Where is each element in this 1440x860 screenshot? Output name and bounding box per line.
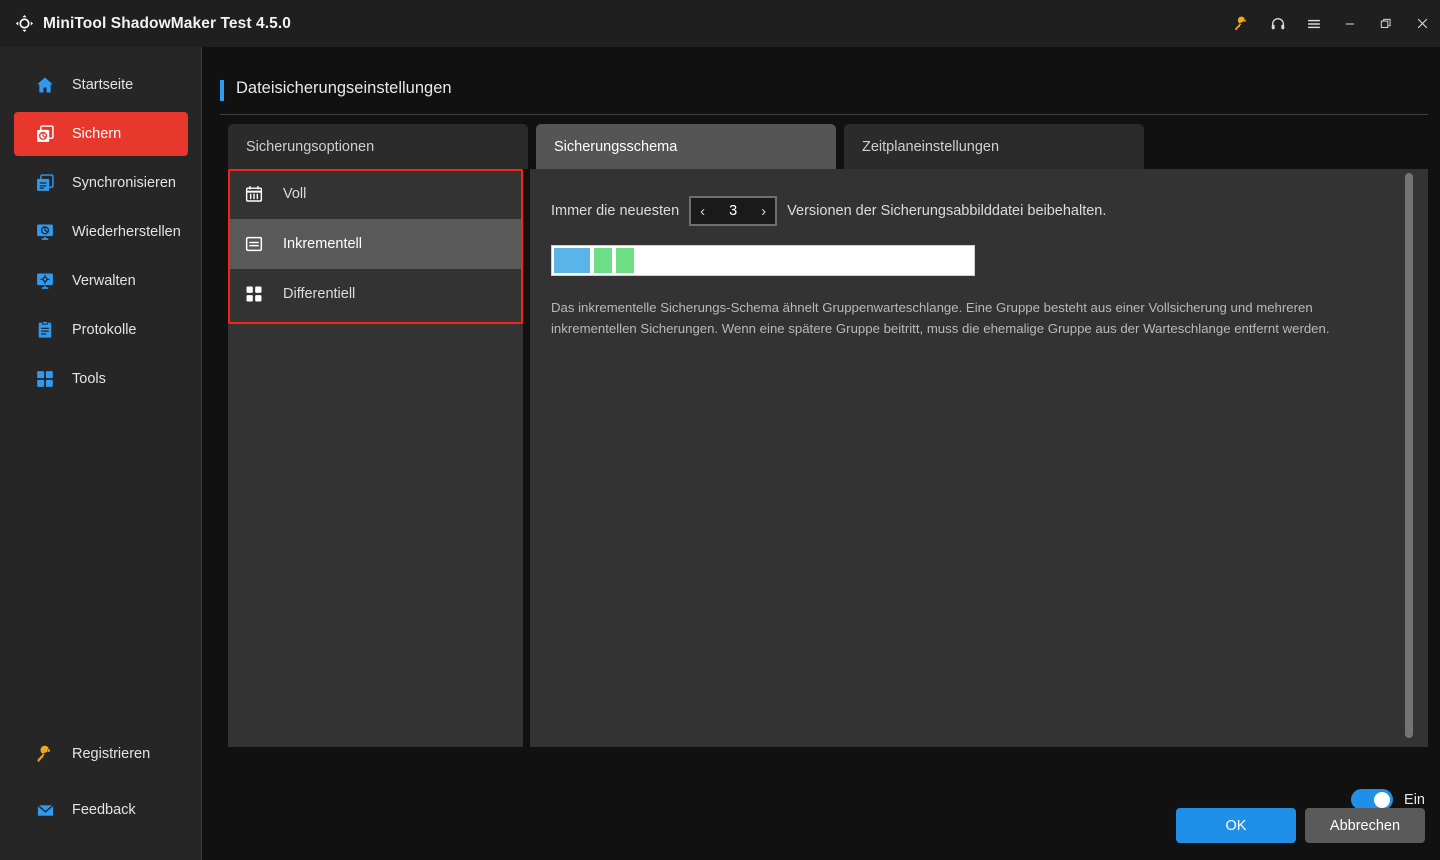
version-count-value: 3 — [729, 203, 738, 219]
tab-label: Zeitplaneinstellungen — [862, 138, 1000, 155]
sidebar-label: Tools — [72, 371, 106, 387]
scheme-detail-panel: Immer die neuesten ‹ 3 › Versionen der S… — [530, 169, 1428, 747]
tab-label: Sicherungsoptionen — [246, 138, 375, 155]
grid-squares-icon — [243, 283, 265, 305]
sidebar-label: Feedback — [72, 802, 136, 818]
sidebar-item-sichern[interactable]: Sichern — [14, 112, 188, 156]
backup-icon — [34, 123, 56, 145]
sidebar-item-registrieren[interactable]: Registrieren — [14, 732, 188, 776]
enable-toggle[interactable] — [1351, 789, 1394, 810]
sidebar-label: Wiederherstellen — [72, 224, 181, 240]
list-lines-icon — [243, 233, 265, 255]
main-area: Dateisicherungseinstellungen Sicherungso… — [203, 47, 1440, 860]
sidebar-label: Registrieren — [72, 746, 151, 762]
calendar-full-icon — [243, 183, 265, 205]
cancel-button[interactable]: Abbrechen — [1305, 808, 1425, 843]
sidebar-label: Synchronisieren — [72, 175, 176, 191]
chevron-right-icon[interactable]: › — [761, 204, 766, 219]
enable-toggle-row: Ein — [1351, 789, 1425, 810]
key-icon[interactable] — [1224, 0, 1260, 47]
minimize-icon[interactable] — [1332, 0, 1368, 47]
tab-label: Sicherungsschema — [554, 138, 678, 155]
scheme-item-differentiell[interactable]: Differentiell — [228, 269, 523, 319]
sidebar-label: Verwalten — [72, 273, 136, 289]
menu-icon[interactable] — [1296, 0, 1332, 47]
sidebar-label: Startseite — [72, 77, 134, 93]
sidebar-item-tools[interactable]: Tools — [14, 357, 188, 401]
page-header: Dateisicherungseinstellungen — [220, 79, 1428, 115]
sidebar-item-startseite[interactable]: Startseite — [14, 63, 188, 107]
restore-icon[interactable] — [1368, 0, 1404, 47]
retention-prefix-label: Immer die neuesten — [551, 203, 680, 219]
sidebar-label: Sichern — [72, 126, 122, 142]
scheme-list: Voll Inkrementell Differentiell — [228, 169, 523, 747]
scheme-segment-incremental — [593, 247, 613, 274]
content-scrollbar[interactable] — [1405, 169, 1413, 747]
title-accent-bar — [220, 80, 224, 101]
manage-icon — [34, 270, 56, 292]
tools-icon — [34, 368, 56, 390]
retention-suffix-label: Versionen der Sicherungsabbilddatei beib… — [787, 203, 1107, 219]
scheme-segment-full — [553, 247, 591, 274]
sidebar-item-wiederherstellen[interactable]: Wiederherstellen — [14, 210, 188, 254]
tab-sicherungsschema[interactable]: Sicherungsschema — [536, 124, 836, 169]
shadowmaker-logo-icon — [14, 14, 34, 34]
scheme-segment-incremental — [615, 247, 635, 274]
ok-button[interactable]: OK — [1176, 808, 1296, 843]
headset-icon[interactable] — [1260, 0, 1296, 47]
retention-row: Immer die neuesten ‹ 3 › Versionen der S… — [551, 196, 1106, 226]
scheme-label: Voll — [283, 186, 307, 202]
version-count-stepper[interactable]: ‹ 3 › — [689, 196, 778, 226]
sidebar-nav: Startseite Sichern Synchronisieren Wiede… — [0, 63, 202, 406]
tab-bar: Sicherungsoptionen Sicherungsschema Zeit… — [228, 124, 1144, 169]
content-scrollbar-thumb[interactable] — [1405, 173, 1413, 738]
sidebar-item-protokolle[interactable]: Protokolle — [14, 308, 188, 352]
sync-icon — [34, 172, 56, 194]
sidebar-label: Protokolle — [72, 322, 137, 338]
home-icon — [34, 74, 56, 96]
window-title: MiniTool ShadowMaker Test 4.5.0 — [43, 14, 291, 32]
tab-sicherungsoptionen[interactable]: Sicherungsoptionen — [228, 124, 528, 169]
logs-icon — [34, 319, 56, 341]
page-title: Dateisicherungseinstellungen — [236, 79, 452, 97]
sidebar-item-synchronisieren[interactable]: Synchronisieren — [14, 161, 188, 205]
scheme-label: Differentiell — [283, 286, 356, 302]
scheme-label: Inkrementell — [283, 236, 362, 252]
scheme-item-voll[interactable]: Voll — [228, 169, 523, 219]
mail-icon — [34, 799, 56, 821]
scheme-item-inkrementell[interactable]: Inkrementell — [228, 219, 523, 269]
sidebar-item-verwalten[interactable]: Verwalten — [14, 259, 188, 303]
toggle-knob — [1374, 791, 1391, 808]
title-bar: MiniTool ShadowMaker Test 4.5.0 — [0, 0, 1440, 47]
key-icon — [34, 743, 56, 765]
scheme-description: Das inkrementelle Sicherungs-Schema ähne… — [551, 300, 1330, 336]
restore-icon — [34, 221, 56, 243]
window-controls — [1224, 0, 1440, 47]
close-icon[interactable] — [1404, 0, 1440, 47]
tab-zeitplaneinstellungen[interactable]: Zeitplaneinstellungen — [844, 124, 1144, 169]
sidebar-bottom-nav: Registrieren Feedback — [0, 732, 202, 844]
scheme-visualization-bar — [551, 245, 975, 276]
chevron-left-icon[interactable]: ‹ — [700, 204, 705, 219]
sidebar: Startseite Sichern Synchronisieren Wiede… — [0, 47, 202, 860]
sidebar-item-feedback[interactable]: Feedback — [14, 788, 188, 832]
toggle-label: Ein — [1404, 791, 1425, 808]
footer-buttons: OK Abbrechen — [1176, 808, 1425, 843]
